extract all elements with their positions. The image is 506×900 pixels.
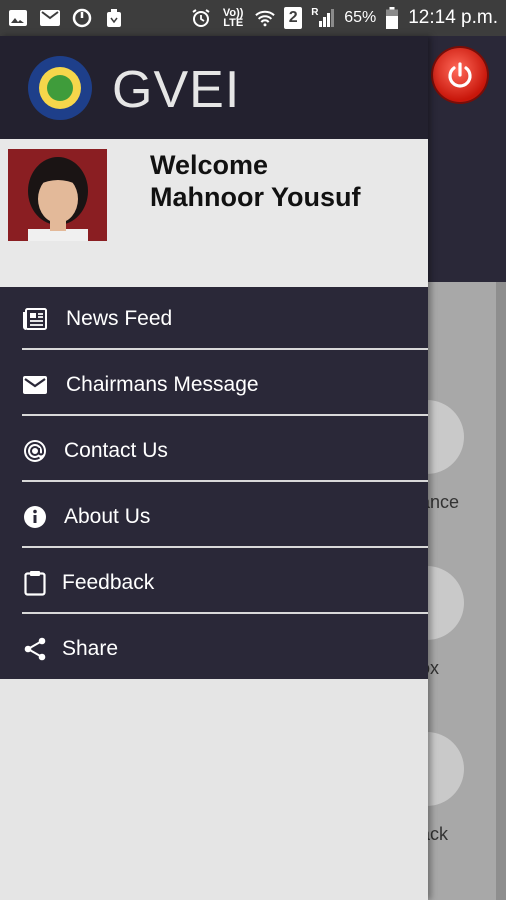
status-time: 12:14 p.m. (408, 7, 498, 28)
volte-icon: Vo)) LTE (222, 7, 244, 29)
menu-item-news-feed[interactable]: News Feed (0, 287, 428, 351)
menu-divider (22, 348, 428, 350)
signal-icon: R (311, 7, 335, 27)
welcome-text: Welcome Mahnoor Yousuf (150, 149, 361, 213)
image-icon (8, 9, 28, 27)
wifi-icon (255, 9, 275, 27)
sim-icon: 2 (284, 7, 303, 29)
menu-item-contact-us[interactable]: Contact Us (0, 419, 428, 483)
user-name: Mahnoor Yousuf (150, 182, 361, 212)
menu-label-contact-us: Contact Us (64, 439, 168, 462)
menu-divider (22, 546, 428, 548)
mail-icon (22, 372, 48, 398)
menu-divider (22, 480, 428, 482)
clipboard-icon (22, 570, 48, 596)
drawer-header: GVEI (0, 36, 428, 139)
gmail-icon (40, 9, 60, 27)
power-icon (448, 62, 472, 88)
battery-percent: 65% (344, 9, 377, 26)
menu-divider (22, 612, 428, 614)
avatar (8, 149, 107, 241)
menu-item-chairmans-message[interactable]: Chairmans Message (0, 353, 428, 417)
scrollbar[interactable] (496, 282, 506, 900)
newspaper-icon (22, 306, 48, 332)
alarm-icon (191, 9, 211, 27)
menu-label-feedback: Feedback (62, 571, 155, 594)
menu-label-news-feed: News Feed (66, 307, 173, 330)
menu-label-share: Share (62, 637, 119, 660)
at-sign-icon (22, 438, 48, 464)
menu-label-chairmans-message: Chairmans Message (66, 373, 259, 396)
menu-item-share[interactable]: Share (0, 617, 428, 681)
share-icon (22, 636, 48, 662)
drawer-menu: News Feed Chairmans Message Contact Us A… (0, 287, 428, 679)
sync-icon (72, 8, 92, 28)
navigation-drawer: GVEI Welcome Mahnoor Yousuf News Feed Ch… (0, 36, 428, 900)
power-button[interactable] (433, 48, 487, 102)
menu-item-about-us[interactable]: About Us (0, 485, 428, 549)
recycle-icon (104, 9, 124, 27)
app-title: GVEI (112, 61, 241, 119)
menu-item-feedback[interactable]: Feedback (0, 551, 428, 615)
school-logo (28, 56, 92, 120)
menu-divider (22, 414, 428, 416)
info-icon (22, 504, 48, 530)
welcome-greeting: Welcome (150, 150, 269, 180)
status-bar: Vo)) LTE 2 R 65% 12:14 p.m. (0, 0, 506, 36)
menu-label-about-us: About Us (64, 505, 151, 528)
battery-icon (385, 7, 399, 29)
profile-section: Welcome Mahnoor Yousuf (0, 139, 428, 287)
